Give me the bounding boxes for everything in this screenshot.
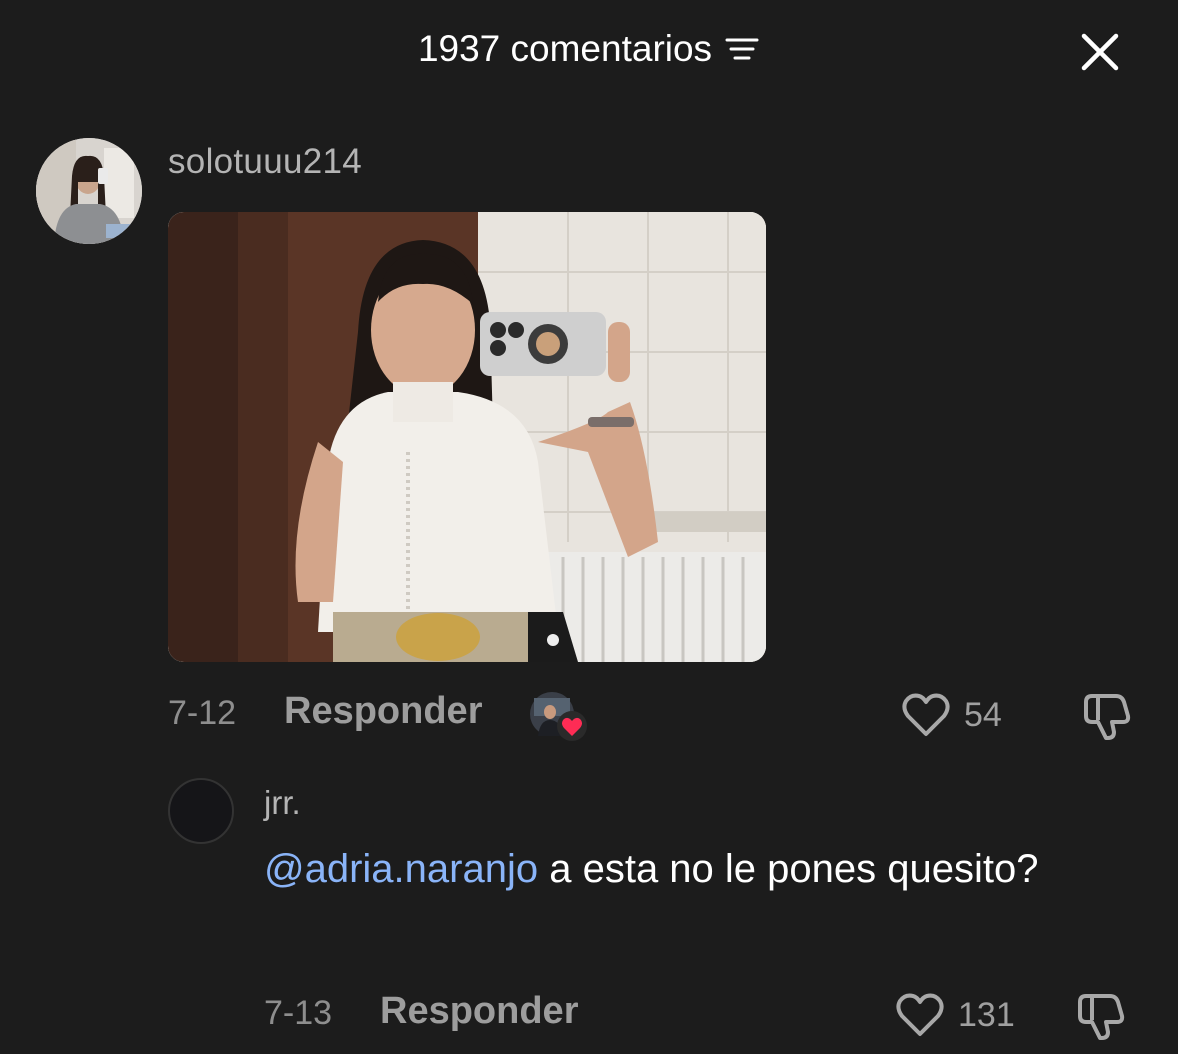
dislike-button[interactable] xyxy=(1074,990,1126,1042)
dislike-button[interactable] xyxy=(1080,690,1132,742)
comments-sheet: 1937 comentarios solotuuu214 7-12 Respon… xyxy=(0,0,1178,1054)
avatar[interactable] xyxy=(36,138,142,244)
creator-liked-badge xyxy=(528,690,590,744)
like-button[interactable]: 54 xyxy=(900,692,1002,738)
comments-header: 1937 comentarios xyxy=(0,28,1178,70)
close-button[interactable] xyxy=(1076,28,1124,76)
like-count: 131 xyxy=(958,995,1015,1034)
thumbs-down-icon xyxy=(1084,694,1131,740)
heart-outline-icon xyxy=(896,993,944,1036)
mention-link[interactable]: @adria.naranjo xyxy=(264,847,538,891)
comment-body: a esta no le pones quesito? xyxy=(538,847,1039,891)
avatar[interactable] xyxy=(168,778,234,844)
comment-actions: 7-12 Responder 54 xyxy=(0,690,1178,741)
comment-date: 7-12 xyxy=(168,694,237,732)
comment-username[interactable]: jrr. xyxy=(264,784,301,822)
comment-username[interactable]: solotuuu214 xyxy=(168,142,362,182)
thumbs-down-icon xyxy=(1078,994,1125,1040)
reply-button[interactable]: Responder xyxy=(284,690,482,733)
comment-date: 7-13 xyxy=(264,994,333,1032)
heart-outline-icon xyxy=(902,693,950,736)
comment-photo[interactable] xyxy=(168,212,766,662)
comment-actions: 7-13 Responder 131 xyxy=(0,990,1178,1040)
like-button[interactable]: 131 xyxy=(894,992,1015,1038)
reply-button[interactable]: Responder xyxy=(380,990,578,1033)
like-count: 54 xyxy=(964,695,1002,734)
comment-count-title: 1937 comentarios xyxy=(417,28,713,69)
sort-lines-icon[interactable] xyxy=(724,31,760,67)
close-x-icon xyxy=(1081,33,1119,71)
comment-text: @adria.naranjo a esta no le pones quesit… xyxy=(264,838,1084,900)
